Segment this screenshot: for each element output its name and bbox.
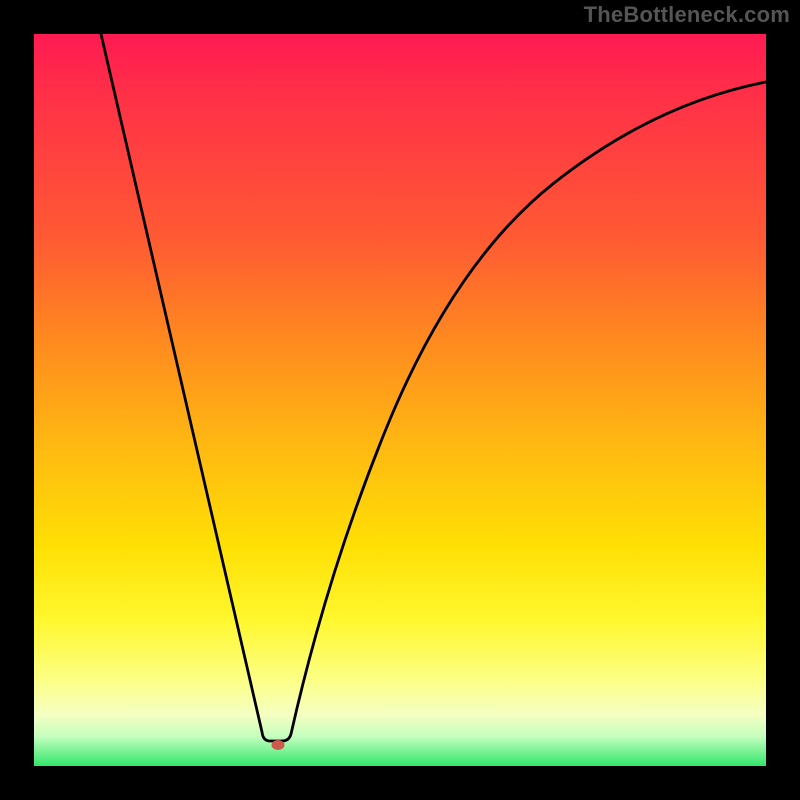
- chart-frame: TheBottleneck.com: [0, 0, 800, 800]
- attribution-text: TheBottleneck.com: [584, 2, 790, 28]
- curve-line: [101, 34, 282, 741]
- curve-line-right: [282, 82, 766, 741]
- min-marker: [272, 740, 285, 750]
- curve-layer: [34, 34, 766, 766]
- plot-area: [34, 34, 766, 766]
